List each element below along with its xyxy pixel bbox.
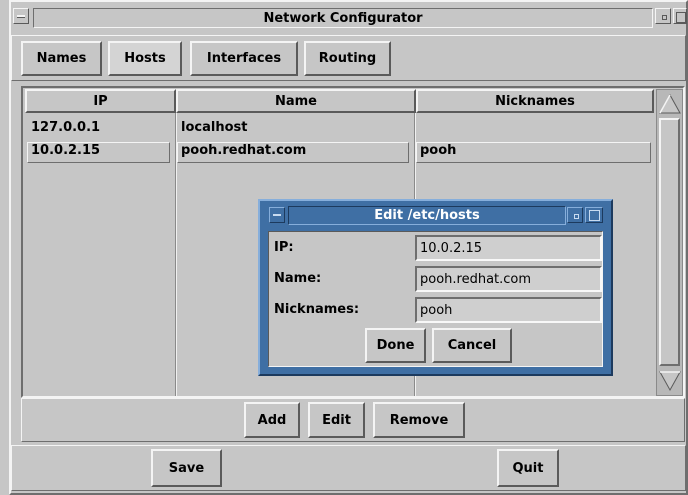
column-ip-label: IP	[93, 93, 108, 109]
tab-interfaces[interactable]: Interfaces	[190, 41, 298, 76]
minus-icon	[273, 214, 281, 216]
remove-button[interactable]: Remove	[373, 402, 465, 438]
cancel-button-label: Cancel	[447, 338, 497, 353]
done-button[interactable]: Done	[365, 328, 426, 363]
ip-input[interactable]: 10.0.2.15	[415, 235, 602, 261]
row-ip: 127.0.0.1	[31, 120, 101, 135]
save-button-label: Save	[168, 460, 205, 476]
row-nicknames-cell: pooh	[416, 142, 651, 163]
remove-button-label: Remove	[389, 412, 449, 428]
column-header-nicknames[interactable]: Nicknames	[416, 89, 654, 113]
scroll-up-arrow-icon[interactable]	[659, 93, 681, 115]
ip-input-value: 10.0.2.15	[420, 240, 483, 256]
done-button-label: Done	[376, 338, 415, 353]
column-header-ip[interactable]: IP	[25, 89, 176, 113]
column-nicknames-label: Nicknames	[495, 93, 575, 109]
quit-button[interactable]: Quit	[497, 449, 559, 487]
cancel-button[interactable]: Cancel	[432, 328, 512, 363]
scroll-down-arrow-icon[interactable]	[659, 370, 681, 392]
edit-hosts-dialog: Edit /etc/hosts IP: 10.0.2.15 Name: pooh…	[258, 199, 613, 376]
tab-interfaces-label: Interfaces	[206, 51, 282, 66]
dialog-menu-button[interactable]	[269, 207, 285, 223]
nicknames-input-value: pooh	[420, 302, 453, 318]
table-row[interactable]: 127.0.0.1 localhost	[27, 119, 652, 138]
row-ip-cell: 10.0.2.15	[27, 142, 170, 163]
edit-button[interactable]: Edit	[308, 402, 365, 438]
dialog-maximize-button[interactable]	[585, 207, 603, 223]
minimize-button[interactable]	[655, 8, 671, 24]
row-name: pooh.redhat.com	[181, 143, 307, 158]
nicknames-input[interactable]: pooh	[415, 297, 602, 323]
row-name-cell: pooh.redhat.com	[177, 142, 409, 163]
tab-routing[interactable]: Routing	[304, 41, 391, 76]
vertical-scrollbar[interactable]	[656, 89, 683, 396]
ip-label: IP:	[274, 240, 294, 255]
tab-routing-label: Routing	[318, 51, 377, 66]
name-label: Name:	[274, 271, 322, 286]
nicknames-label: Nicknames:	[274, 302, 360, 317]
column-header-name[interactable]: Name	[176, 89, 416, 113]
row-nicknames: pooh	[420, 143, 457, 158]
quit-button-label: Quit	[512, 460, 544, 476]
tab-hosts[interactable]: Hosts	[108, 41, 182, 76]
tab-names[interactable]: Names	[21, 41, 102, 76]
name-input[interactable]: pooh.redhat.com	[415, 266, 602, 292]
minus-icon	[17, 15, 25, 18]
dialog-minimize-button[interactable]	[567, 207, 583, 223]
maximize-icon	[676, 12, 686, 23]
dialog-title: Edit /etc/hosts	[374, 208, 480, 223]
row-ip: 10.0.2.15	[31, 143, 101, 158]
add-button[interactable]: Add	[244, 402, 300, 438]
maximize-icon	[589, 210, 600, 221]
edit-button-label: Edit	[322, 412, 351, 428]
dialog-title-area[interactable]: Edit /etc/hosts	[288, 206, 566, 225]
table-row-selected[interactable]: 10.0.2.15 pooh.redhat.com pooh	[27, 142, 652, 163]
window-titlebar[interactable]: Network Configurator	[11, 2, 687, 32]
maximize-button[interactable]	[673, 8, 687, 24]
name-input-value: pooh.redhat.com	[420, 271, 532, 287]
save-button[interactable]: Save	[151, 449, 222, 487]
footer-bar	[11, 445, 686, 491]
tab-hosts-label: Hosts	[124, 51, 166, 66]
scrollbar-thumb[interactable]	[659, 118, 680, 366]
row-name: localhost	[181, 120, 248, 135]
dialog-body: IP: 10.0.2.15 Name: pooh.redhat.com Nick…	[268, 231, 603, 367]
window-menu-button[interactable]	[13, 8, 29, 24]
column-name-label: Name	[274, 93, 317, 109]
tab-names-label: Names	[36, 51, 87, 66]
minimize-icon	[662, 15, 667, 20]
add-button-label: Add	[257, 412, 287, 428]
window-title: Network Configurator	[263, 10, 423, 26]
title-area: Network Configurator	[33, 8, 653, 28]
minimize-icon	[574, 214, 579, 219]
